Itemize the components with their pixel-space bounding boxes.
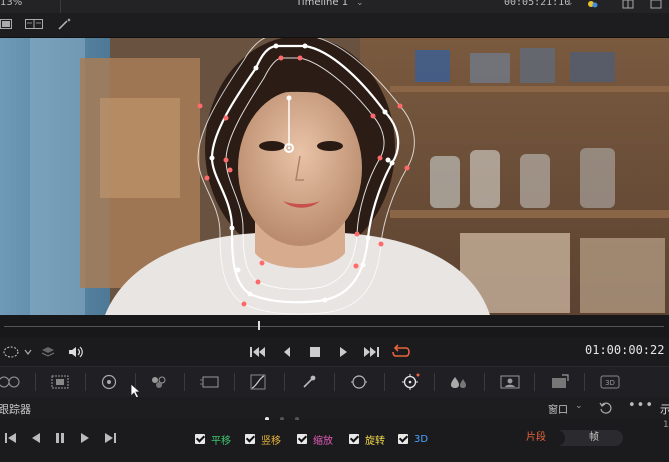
speaker-icon[interactable]	[68, 345, 84, 359]
mode-frame[interactable]: 帧	[565, 430, 623, 446]
reset-icon[interactable]	[599, 401, 613, 415]
color-match-icon[interactable]	[51, 375, 69, 389]
mode-clip[interactable]: 片段	[507, 430, 565, 446]
divider	[85, 373, 86, 391]
tracker-header: 跟踪器 窗口 ⌄ ••• 示	[0, 397, 669, 421]
play-icon[interactable]	[337, 346, 349, 358]
record-timecode: 01:00:00:22	[585, 343, 665, 357]
sizing-icon[interactable]	[550, 374, 570, 390]
stop-icon[interactable]	[309, 346, 321, 358]
checkbox-zoom-box[interactable]	[297, 434, 307, 444]
source-timecode: 00:05:21:10	[504, 0, 571, 8]
right-label: 示	[660, 403, 669, 416]
checkbox-pan[interactable]: 平移	[195, 432, 231, 447]
divider	[534, 373, 535, 391]
divider	[184, 373, 185, 391]
chevron-down-icon[interactable]: ⌄	[575, 401, 583, 411]
track-mode-toggle[interactable]: 片段 帧	[507, 430, 623, 446]
scrub-track[interactable]	[4, 326, 664, 327]
video-viewer[interactable]	[0, 38, 669, 315]
divider	[234, 373, 235, 391]
color-picker-icon[interactable]	[587, 0, 599, 9]
mode-dropdown[interactable]: 窗口	[548, 401, 568, 416]
checkbox-tilt[interactable]: 竖移	[245, 432, 281, 447]
divider	[584, 373, 585, 391]
divider	[434, 373, 435, 391]
timeline-title[interactable]: Timeline 1	[296, 0, 348, 8]
divider	[334, 373, 335, 391]
scrub-bar[interactable]	[0, 315, 669, 337]
checkbox-3d-label: 3D	[414, 433, 429, 445]
playhead[interactable]	[258, 321, 260, 330]
expand-icon[interactable]	[650, 0, 662, 9]
color-wheels-icon[interactable]	[101, 374, 117, 390]
tracker-title: 跟踪器	[0, 403, 31, 416]
checkbox-zoom[interactable]: 缩放	[297, 432, 333, 447]
chevron-down-icon[interactable]: ⌄	[356, 0, 364, 8]
viewer-frame	[0, 38, 669, 315]
divider	[284, 373, 285, 391]
key-icon[interactable]	[500, 375, 520, 389]
go-to-start-icon[interactable]	[249, 346, 267, 358]
checkbox-rotate-label: 旋转	[365, 435, 385, 447]
transport-controls	[0, 337, 669, 365]
checkbox-zoom-label: 缩放	[313, 435, 333, 447]
magic-wand-icon[interactable]	[57, 17, 73, 31]
track-back-icon[interactable]	[4, 432, 18, 444]
layers-icon[interactable]	[41, 345, 55, 359]
rgb-mixer-icon[interactable]	[150, 375, 168, 389]
window-shape-icon[interactable]	[2, 345, 34, 359]
top-bar: 13% Timeline 1 ⌄ 00:05:21:10 ⌄	[0, 0, 669, 13]
checkbox-pan-label: 平移	[211, 435, 231, 447]
blur-icon[interactable]	[450, 374, 468, 390]
curves-icon[interactable]	[250, 374, 266, 390]
tracker-icon[interactable]	[400, 373, 420, 391]
pause-icon[interactable]	[54, 432, 66, 444]
divider	[384, 373, 385, 391]
camera-raw-icon[interactable]	[0, 375, 22, 389]
track-forward-icon[interactable]	[103, 432, 117, 444]
more-icon[interactable]: •••	[628, 398, 654, 413]
svg-text:3D: 3D	[605, 379, 615, 387]
step-back-icon[interactable]	[30, 432, 42, 444]
checkbox-rotate-box[interactable]	[349, 434, 359, 444]
checkbox-tilt-box[interactable]	[245, 434, 255, 444]
divider	[60, 0, 61, 13]
divider	[35, 373, 36, 391]
zoom-level[interactable]: 13%	[0, 0, 22, 8]
3d-icon[interactable]: 3D	[600, 375, 620, 389]
grid-icon[interactable]	[622, 0, 634, 9]
chevron-down-icon[interactable]: ⌄	[566, 0, 574, 8]
graph-scale-value: 1	[663, 420, 669, 430]
loop-icon[interactable]	[392, 344, 410, 359]
play-icon[interactable]	[79, 432, 91, 444]
qualifier-icon[interactable]	[301, 374, 317, 390]
checkbox-3d[interactable]: 3D	[398, 432, 428, 446]
checkbox-tilt-label: 竖移	[261, 435, 281, 447]
step-back-icon[interactable]	[281, 346, 293, 358]
dual-viewer-icon[interactable]	[25, 18, 43, 30]
viewer-toolbar	[0, 13, 669, 38]
motion-effects-icon[interactable]	[200, 375, 220, 389]
palette-toolbar: 3D	[0, 366, 669, 398]
single-viewer-icon[interactable]	[0, 18, 14, 30]
checkbox-rotate[interactable]: 旋转	[349, 432, 385, 447]
checkbox-pan-box[interactable]	[195, 434, 205, 444]
window-icon[interactable]	[350, 374, 368, 390]
checkbox-3d-box[interactable]	[398, 434, 408, 444]
divider	[484, 373, 485, 391]
go-to-end-icon[interactable]	[362, 346, 380, 358]
